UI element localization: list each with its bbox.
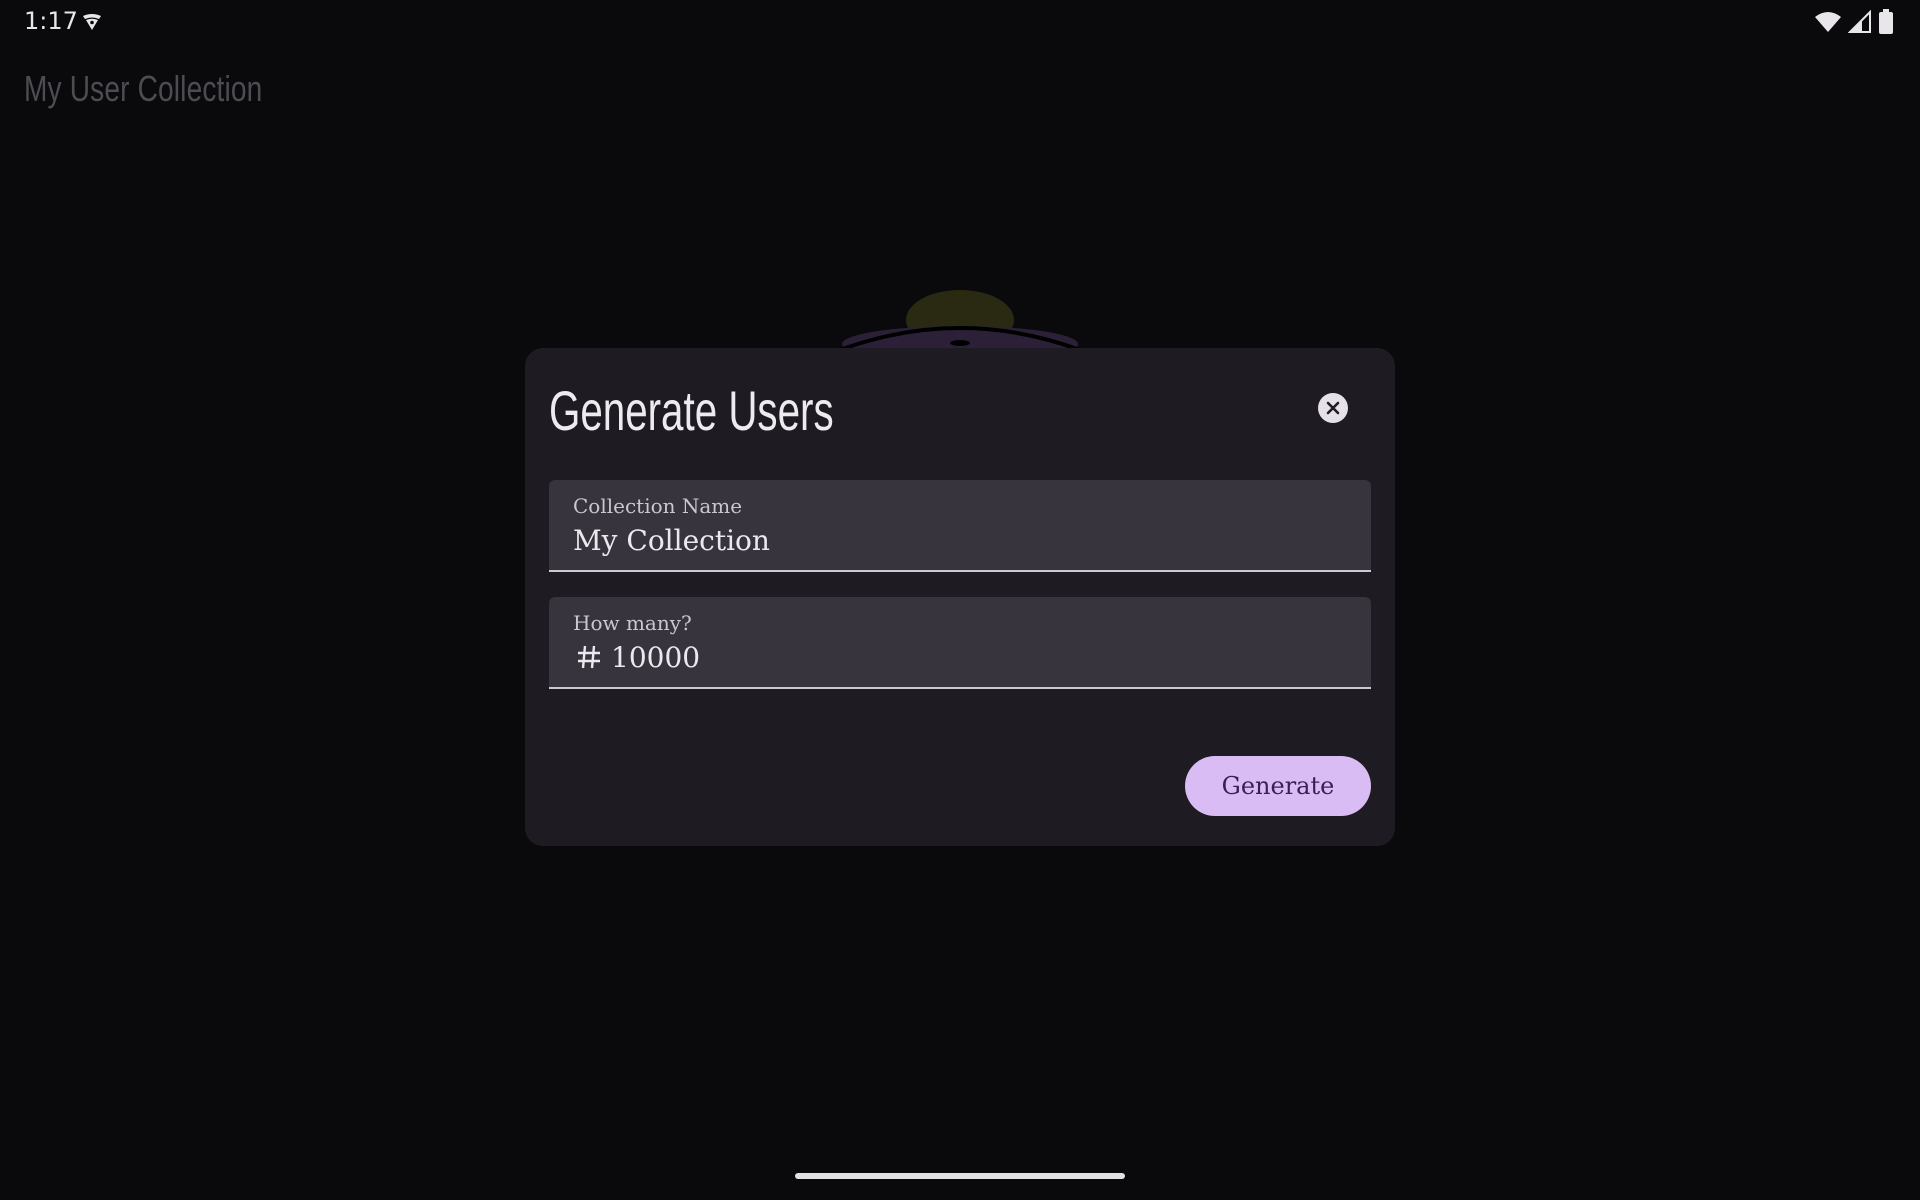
generate-button[interactable]: Generate <box>1185 756 1371 816</box>
close-icon <box>1326 401 1340 415</box>
count-label: How many? <box>573 611 692 635</box>
collection-name-label: Collection Name <box>573 494 743 518</box>
status-bar: 1:17 <box>0 0 1920 44</box>
screen: 1:17 My User Collection Generate Users C… <box>0 0 1920 1200</box>
ufo-illustration <box>839 290 1081 350</box>
wifi-icon <box>1815 12 1841 32</box>
navigation-handle[interactable] <box>795 1173 1125 1179</box>
dialog-title: Generate Users <box>549 379 834 442</box>
close-button[interactable] <box>1318 393 1348 423</box>
vpn-key-icon <box>83 14 101 30</box>
app-title: My User Collection <box>24 68 263 109</box>
battery-icon <box>1879 9 1893 34</box>
status-time: 1:17 <box>24 7 78 35</box>
collection-name-field[interactable]: Collection Name <box>549 480 1371 572</box>
hash-icon <box>578 645 600 669</box>
cellular-signal-icon <box>1848 10 1871 33</box>
collection-name-input[interactable] <box>573 524 1333 557</box>
generate-users-dialog: Generate Users Collection Name How many?… <box>525 348 1395 846</box>
count-input[interactable] <box>611 641 1311 674</box>
status-icons <box>1814 9 1894 35</box>
count-field[interactable]: How many? <box>549 597 1371 689</box>
